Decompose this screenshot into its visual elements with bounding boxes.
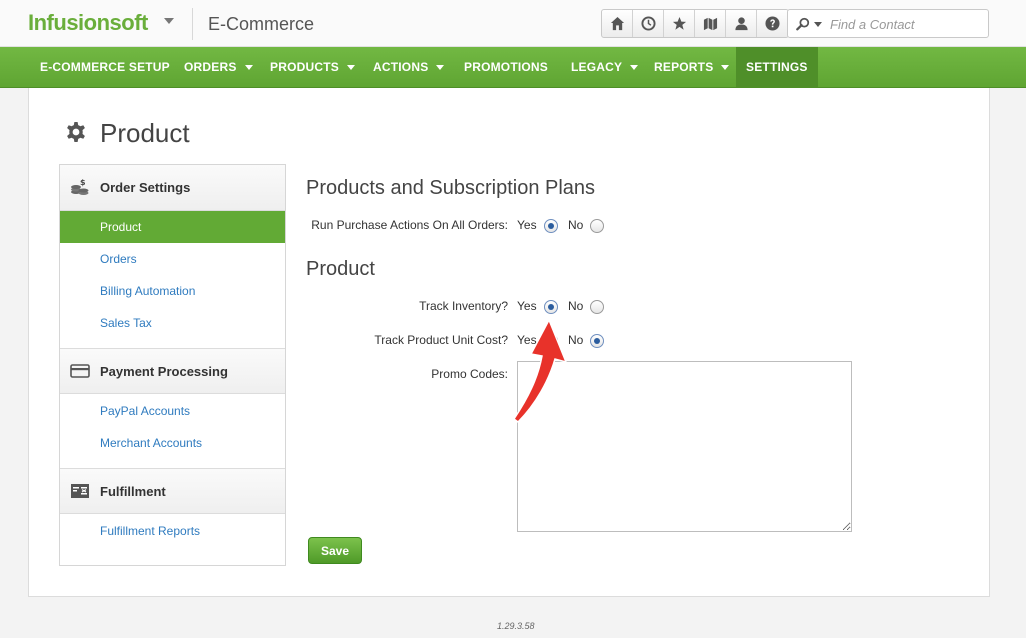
nav-item-settings[interactable]: SETTINGS bbox=[736, 47, 818, 87]
sidebar-item-merchant-accounts[interactable]: Merchant Accounts bbox=[60, 427, 285, 459]
sidebar-section-order-settings: $ Order Settings bbox=[60, 165, 285, 211]
run-purchase-actions-no-radio[interactable] bbox=[590, 219, 604, 233]
sidebar-item-paypal-accounts[interactable]: PayPal Accounts bbox=[60, 395, 285, 427]
sidebar-section-title: Order Settings bbox=[100, 180, 191, 195]
sidebar-item-sales-tax[interactable]: Sales Tax bbox=[60, 307, 285, 339]
nav-item-ecommerce-setup[interactable]: E-COMMERCE SETUP bbox=[40, 47, 170, 87]
chevron-down-icon bbox=[346, 64, 355, 70]
search-input[interactable] bbox=[830, 14, 980, 34]
nav-item-label: E-COMMERCE SETUP bbox=[40, 60, 170, 74]
nav-item-actions[interactable]: ACTIONS bbox=[373, 47, 445, 87]
top-bar: Infusionsoft E-Commerce bbox=[0, 0, 1026, 47]
nav-item-label: REPORTS bbox=[654, 60, 714, 74]
search-dropdown-caret-icon[interactable] bbox=[814, 22, 822, 27]
chevron-down-icon bbox=[630, 64, 639, 70]
sidebar-section-fulfillment: Fulfillment bbox=[60, 468, 285, 514]
main-nav: E-COMMERCE SETUP ORDERS PRODUCTS ACTIONS… bbox=[0, 47, 1026, 88]
track-inventory-no-radio[interactable] bbox=[590, 300, 604, 314]
svg-text:$: $ bbox=[80, 178, 86, 187]
sidebar-section-payment-processing: Payment Processing bbox=[60, 348, 285, 394]
track-unit-cost-label: Track Product Unit Cost? bbox=[374, 333, 508, 347]
sidebar-section-title: Payment Processing bbox=[100, 363, 228, 379]
track-inventory-yes-radio[interactable] bbox=[544, 300, 558, 314]
annotation-arrow-icon bbox=[512, 318, 568, 423]
sidebar-item-orders[interactable]: Orders bbox=[60, 243, 285, 275]
nav-item-orders[interactable]: ORDERS bbox=[184, 47, 253, 87]
home-icon[interactable] bbox=[602, 10, 633, 37]
credit-card-icon bbox=[70, 364, 90, 378]
map-icon[interactable] bbox=[695, 10, 726, 37]
app-title: E-Commerce bbox=[208, 14, 315, 34]
nav-item-products[interactable]: PRODUCTS bbox=[270, 47, 355, 87]
run-purchase-actions-label: Run Purchase Actions On All Orders: bbox=[311, 218, 508, 232]
sidebar-item-fulfillment-reports[interactable]: Fulfillment Reports bbox=[60, 515, 285, 547]
save-button[interactable]: Save bbox=[308, 537, 362, 564]
chevron-down-icon bbox=[244, 64, 253, 70]
nav-item-reports[interactable]: REPORTS bbox=[654, 47, 730, 87]
nav-item-promotions[interactable]: PROMOTIONS bbox=[464, 47, 548, 87]
run-purchase-actions-yes-radio[interactable] bbox=[544, 219, 558, 233]
coins-icon: $ bbox=[71, 178, 89, 195]
nav-item-label: ORDERS bbox=[184, 60, 237, 74]
invoice-icon bbox=[71, 484, 89, 498]
infusionsoft-logo[interactable]: Infusionsoft bbox=[28, 10, 148, 36]
user-icon[interactable] bbox=[726, 10, 757, 37]
track-inventory-label: Track Inventory? bbox=[419, 299, 508, 313]
nav-item-label: PRODUCTS bbox=[270, 60, 339, 74]
sidebar-section-title: Fulfillment bbox=[100, 483, 166, 499]
nav-item-label: ACTIONS bbox=[373, 60, 429, 74]
star-icon[interactable] bbox=[664, 10, 695, 37]
track-unit-cost-no-label: No bbox=[568, 333, 584, 347]
track-inventory-yes-label: Yes bbox=[517, 299, 537, 313]
history-icon[interactable] bbox=[633, 10, 664, 37]
chevron-down-icon bbox=[721, 64, 730, 70]
track-unit-cost-no-radio[interactable] bbox=[590, 334, 604, 348]
section-title-products-subscription-plans: Products and Subscription Plans bbox=[306, 177, 596, 199]
nav-item-label: LEGACY bbox=[571, 60, 623, 74]
sidebar-item-billing-automation[interactable]: Billing Automation bbox=[60, 275, 285, 307]
header-divider bbox=[192, 8, 193, 40]
page-title: Product bbox=[100, 118, 190, 148]
search-icon[interactable] bbox=[796, 17, 810, 31]
chevron-down-icon bbox=[436, 64, 445, 70]
toolbar-icon-group bbox=[601, 9, 789, 38]
nav-item-legacy[interactable]: LEGACY bbox=[571, 47, 639, 87]
help-icon[interactable] bbox=[757, 10, 788, 37]
track-inventory-no-label: No bbox=[568, 299, 584, 313]
nav-item-label: SETTINGS bbox=[746, 60, 808, 74]
run-purchase-actions-yes-label: Yes bbox=[517, 218, 537, 232]
logo-dropdown-caret-icon[interactable] bbox=[164, 18, 174, 24]
nav-item-label: PROMOTIONS bbox=[464, 60, 549, 74]
section-title-product: Product bbox=[306, 258, 375, 280]
promo-codes-label: Promo Codes: bbox=[431, 367, 508, 381]
run-purchase-actions-no-label: No bbox=[568, 218, 584, 232]
settings-sidebar: $ Order Settings Product Orders Billing … bbox=[59, 164, 286, 566]
version-label: 1.29.3.58 bbox=[497, 621, 535, 631]
sidebar-item-product[interactable]: Product bbox=[60, 211, 285, 243]
contact-search-box bbox=[787, 9, 989, 38]
gear-icon bbox=[67, 122, 85, 142]
